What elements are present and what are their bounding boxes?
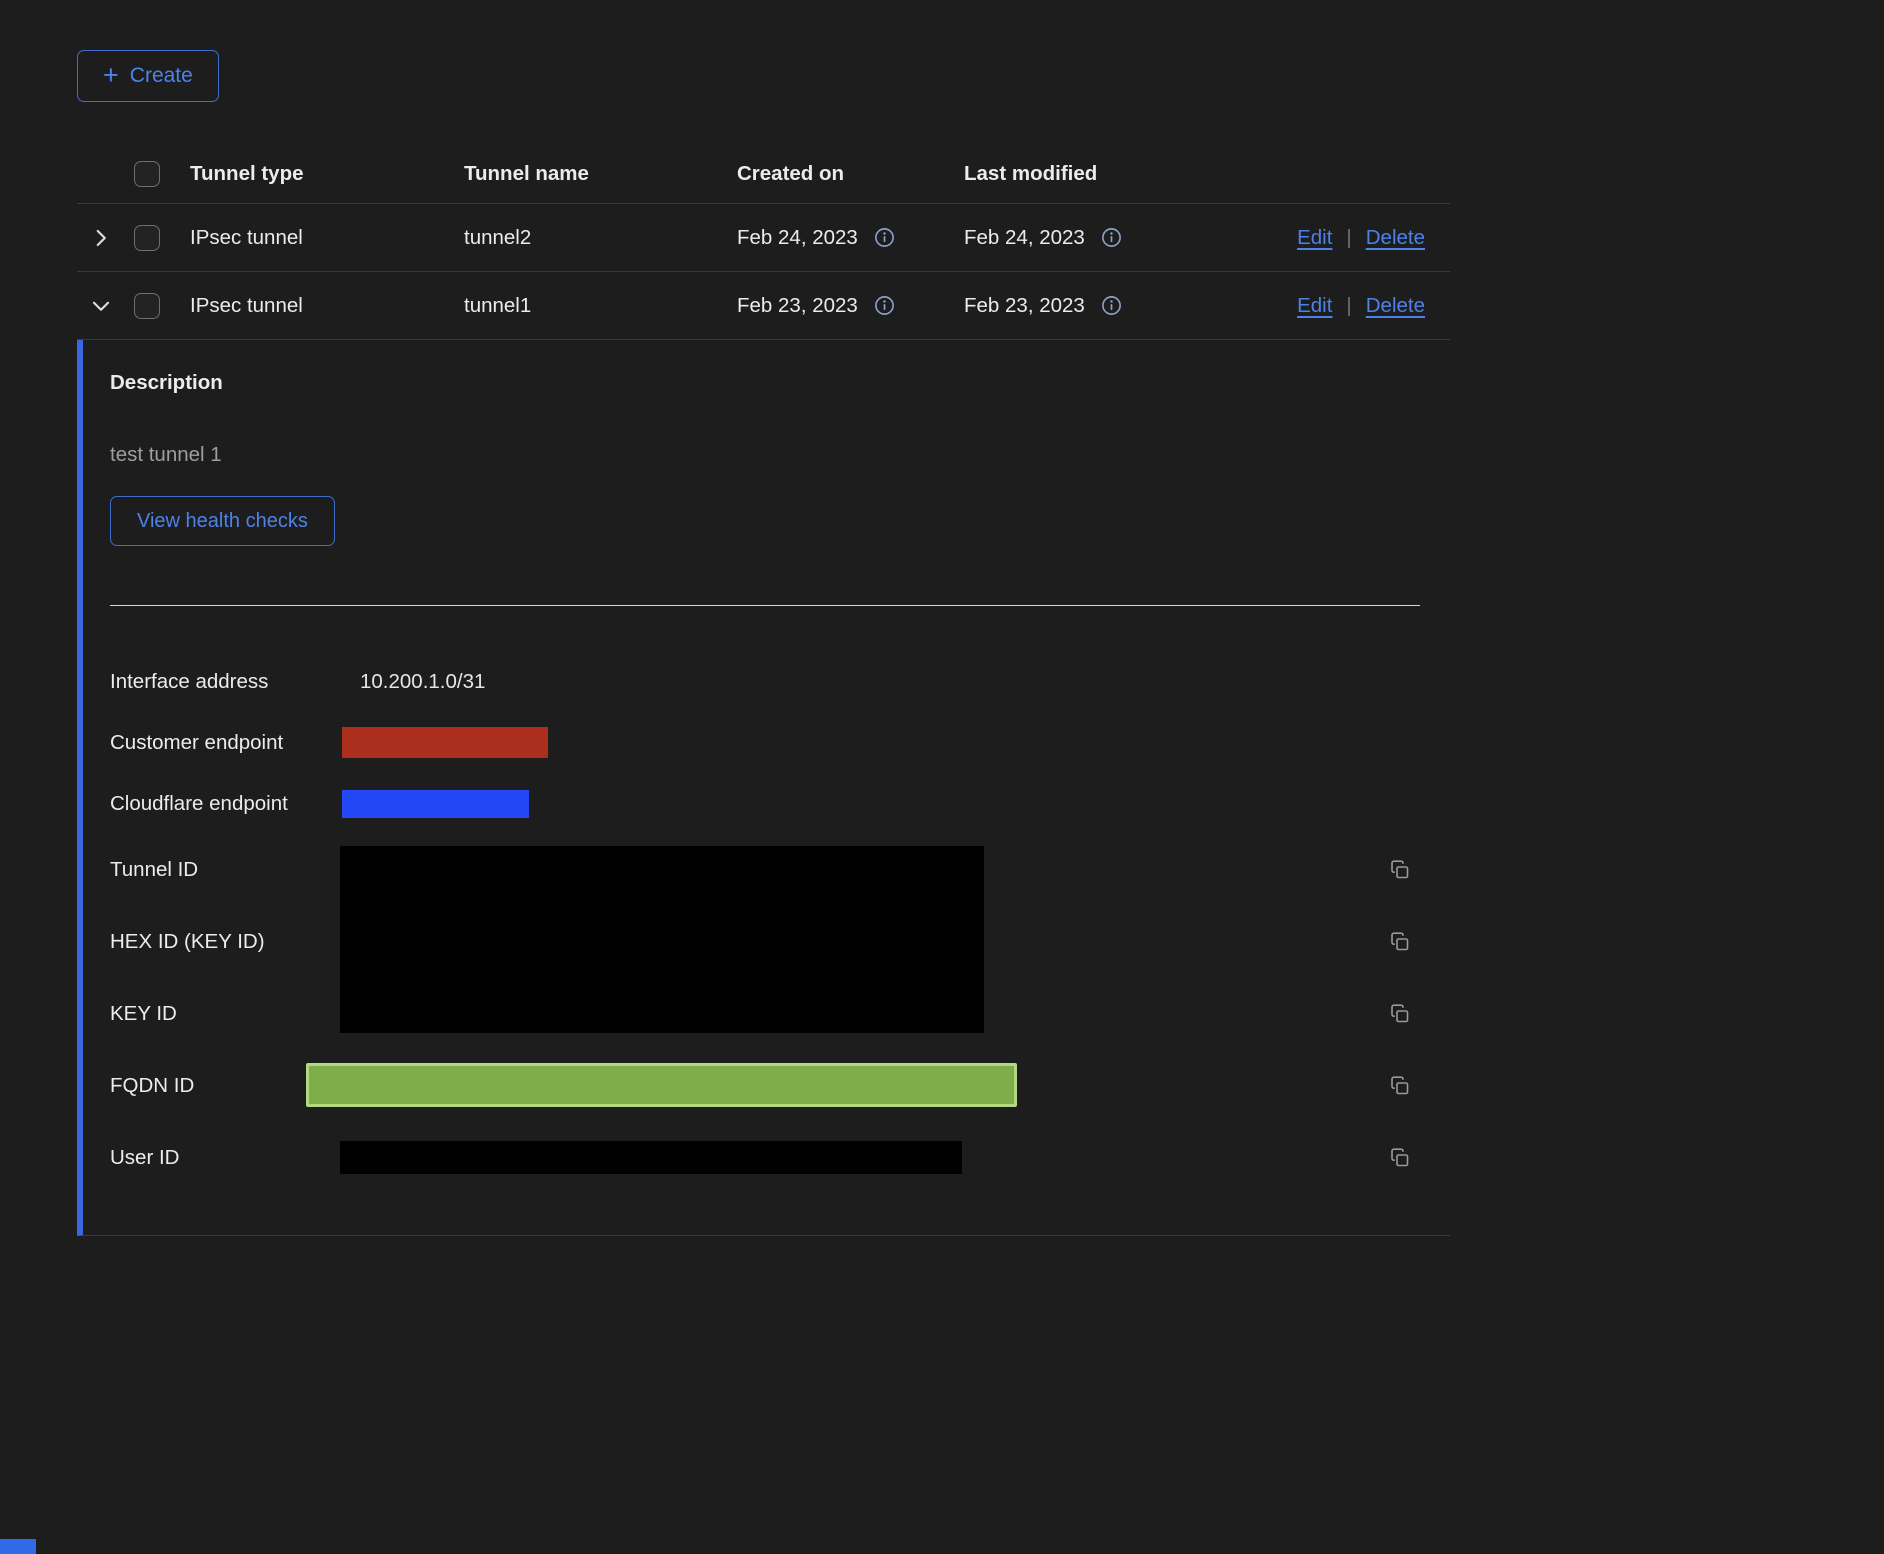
edit-link[interactable]: Edit xyxy=(1297,294,1332,318)
customer-endpoint-redacted-value xyxy=(342,727,548,758)
table-row: IPsec tunnel tunnel1 Feb 23, 2023 Feb 23… xyxy=(77,272,1450,340)
info-icon[interactable] xyxy=(1100,294,1123,317)
divider xyxy=(110,605,1420,606)
info-icon[interactable] xyxy=(873,226,896,249)
copy-icon[interactable] xyxy=(1388,1074,1412,1098)
table-header-row: Tunnel type Tunnel name Created on Last … xyxy=(77,145,1450,204)
tunnel-details-panel: Description test tunnel 1 View health ch… xyxy=(77,340,1450,1236)
description-label: Description xyxy=(110,370,1450,396)
customer-endpoint-label: Customer endpoint xyxy=(110,731,340,755)
create-button[interactable]: + Create xyxy=(77,50,219,102)
key-id-label: KEY ID xyxy=(110,1002,340,1026)
tunnel-type-cell: IPsec tunnel xyxy=(190,294,464,318)
bottom-left-accent xyxy=(0,1539,36,1554)
field-row-interface-address: Interface address 10.200.1.0/31 xyxy=(110,651,1450,712)
copy-icon[interactable] xyxy=(1388,930,1412,954)
edit-link[interactable]: Edit xyxy=(1297,226,1332,250)
tunnel-id-label: Tunnel ID xyxy=(110,858,340,882)
tunnel-hex-key-ids-redacted-value xyxy=(340,846,984,1033)
copy-icon[interactable] xyxy=(1388,1002,1412,1026)
header-tunnel-type: Tunnel type xyxy=(190,162,464,186)
create-button-label: Create xyxy=(130,64,193,88)
last-modified-value: Feb 24, 2023 xyxy=(964,226,1085,250)
details-fields: Interface address 10.200.1.0/31 Customer… xyxy=(110,651,1450,1194)
chevron-down-icon[interactable] xyxy=(88,293,114,319)
header-created-on: Created on xyxy=(737,162,964,186)
row-checkbox[interactable] xyxy=(134,225,160,251)
last-modified-value: Feb 23, 2023 xyxy=(964,294,1085,318)
copy-icon[interactable] xyxy=(1388,858,1412,882)
delete-link[interactable]: Delete xyxy=(1366,294,1425,318)
interface-address-value: 10.200.1.0/31 xyxy=(340,670,485,694)
header-tunnel-name: Tunnel name xyxy=(464,162,737,186)
field-row-customer-endpoint: Customer endpoint xyxy=(110,712,1450,773)
user-id-label: User ID xyxy=(110,1146,340,1170)
action-separator: | xyxy=(1346,294,1351,318)
select-all-checkbox[interactable] xyxy=(134,161,160,187)
created-on-value: Feb 24, 2023 xyxy=(737,226,858,250)
view-health-checks-button[interactable]: View health checks xyxy=(110,496,335,546)
action-separator: | xyxy=(1346,226,1351,250)
info-icon[interactable] xyxy=(1100,226,1123,249)
tunnel-name-cell: tunnel2 xyxy=(464,226,737,250)
hex-id-label: HEX ID (KEY ID) xyxy=(110,930,340,954)
info-icon[interactable] xyxy=(873,294,896,317)
plus-icon: + xyxy=(103,62,119,89)
tunnel-name-cell: tunnel1 xyxy=(464,294,737,318)
field-row-cloudflare-endpoint: Cloudflare endpoint xyxy=(110,773,1450,834)
tunnels-table: Tunnel type Tunnel name Created on Last … xyxy=(77,145,1450,1236)
fqdn-id-redacted-value xyxy=(306,1063,1017,1107)
interface-address-label: Interface address xyxy=(110,670,340,694)
table-row: IPsec tunnel tunnel2 Feb 24, 2023 Feb 24… xyxy=(77,204,1450,272)
tunnel-type-cell: IPsec tunnel xyxy=(190,226,464,250)
chevron-right-icon[interactable] xyxy=(88,225,114,251)
description-value: test tunnel 1 xyxy=(110,442,1450,468)
cloudflare-endpoint-label: Cloudflare endpoint xyxy=(110,792,340,816)
copy-icon[interactable] xyxy=(1388,1146,1412,1170)
delete-link[interactable]: Delete xyxy=(1366,226,1425,250)
cloudflare-endpoint-redacted-value xyxy=(342,790,529,818)
header-last-modified: Last modified xyxy=(964,162,1204,186)
tunnels-page: + Create Tunnel type Tunnel name Created… xyxy=(0,0,1884,1236)
created-on-value: Feb 23, 2023 xyxy=(737,294,858,318)
row-checkbox[interactable] xyxy=(134,293,160,319)
user-id-redacted-value xyxy=(340,1141,962,1174)
